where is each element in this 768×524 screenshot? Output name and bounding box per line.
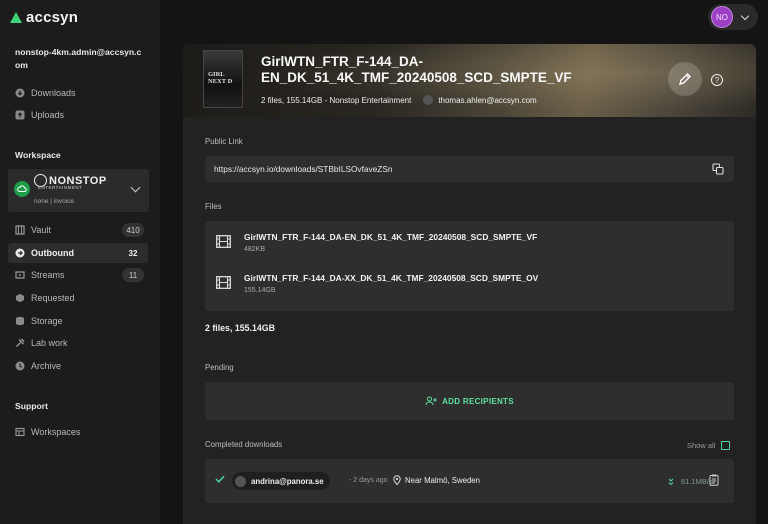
nav-lab-work-label: Lab work <box>31 338 68 348</box>
nav-workspaces-label: Workspaces <box>31 427 81 437</box>
support-heading: Support <box>15 401 48 411</box>
nav-vault-badge: 410 <box>122 223 144 237</box>
nav-requested[interactable]: Requested <box>8 288 148 308</box>
clipboard-icon[interactable] <box>709 474 719 486</box>
download-speed: 61.1MB/s <box>668 477 713 486</box>
nav-vault-label: Vault <box>31 225 51 235</box>
streams-icon <box>15 270 25 280</box>
file-item[interactable]: GirlWTN_FTR_F-144_DA-XX_DK_51_4K_TMF_202… <box>205 266 734 306</box>
nav-lab-work[interactable]: Lab work <box>8 333 148 353</box>
download-speed-text: 61.1MB/s <box>681 477 713 486</box>
nav-outbound-label: Outbound <box>31 248 74 258</box>
add-recipients-button[interactable]: ADD RECIPIENTS <box>205 382 734 420</box>
nav-streams-badge: 11 <box>122 268 144 282</box>
download-time: - 2 days ago <box>349 477 388 484</box>
account-email: nonstop-4km.admin@accsyn.com <box>15 47 142 70</box>
nav-uploads-label: Uploads <box>31 110 65 120</box>
download-icon <box>15 88 25 98</box>
workspace-logo-text: NONSTOP <box>49 174 107 187</box>
storage-icon <box>15 316 25 326</box>
file-item[interactable]: GirlWTN_FTR_F-144_DA-EN_DK_51_4K_TMF_202… <box>205 225 734 265</box>
nav-workspaces[interactable]: Workspaces <box>8 422 148 442</box>
edit-button[interactable] <box>668 62 702 96</box>
film-icon <box>216 235 231 248</box>
files-label: Files <box>205 202 222 211</box>
workspace-logo-sub: ENTERTAINMENT <box>38 185 83 190</box>
help-icon[interactable]: ? <box>711 74 723 86</box>
workspaces-icon <box>15 427 25 437</box>
download-user: andrina@panora.se <box>251 476 324 486</box>
show-all-checkbox[interactable] <box>721 441 731 450</box>
nav-storage[interactable]: Storage <box>8 311 148 331</box>
nav-streams[interactable]: Streams 11 <box>8 265 148 285</box>
copy-icon[interactable] <box>712 163 724 175</box>
archive-icon <box>15 361 25 371</box>
outbound-icon <box>15 248 25 258</box>
files-total: 2 files, 155.14GB <box>205 323 275 333</box>
share-subtitle: 2 files, 155.14GB - Nonstop Entertainmen… <box>261 95 537 105</box>
share-summary: 2 files, 155.14GB <box>261 95 323 105</box>
nav-downloads[interactable]: Downloads <box>8 83 148 103</box>
nav-vault[interactable]: Vault 410 <box>8 220 148 240</box>
chevron-down-icon <box>740 11 750 20</box>
sender-avatar <box>423 95 434 105</box>
film-icon <box>216 276 231 289</box>
requested-icon <box>15 293 25 303</box>
user-avatar <box>235 475 246 487</box>
completed-downloads-label: Completed downloads <box>205 440 283 449</box>
accsyn-logo[interactable]: accsyn <box>10 9 78 26</box>
lab-icon <box>15 338 25 348</box>
upload-icon <box>15 110 25 120</box>
nav-archive[interactable]: Archive <box>8 356 148 376</box>
download-user-chip[interactable]: andrina@panora.se <box>232 472 330 490</box>
pencil-icon <box>678 73 691 86</box>
share-header: GIRL NEXT D GirlWTN_FTR_F-144_DA-EN_DK_5… <box>183 44 756 117</box>
file-size: 482KB <box>244 246 266 253</box>
workspace-meta: none | invoice <box>34 198 74 205</box>
vault-icon <box>15 225 25 235</box>
nav-outbound[interactable]: Outbound 32 <box>8 243 148 263</box>
show-all-toggle[interactable]: Show all <box>687 441 731 450</box>
files-list: GirlWTN_FTR_F-144_DA-EN_DK_51_4K_TMF_202… <box>205 221 734 311</box>
poster-image: GIRL NEXT D <box>203 50 243 108</box>
user-menu[interactable]: NO <box>708 4 758 30</box>
check-icon <box>215 475 225 483</box>
pending-label: Pending <box>205 363 234 372</box>
sender-email: thomas.ahlen@accsyn.com <box>438 95 537 105</box>
sidebar: accsyn nonstop-4km.admin@accsyn.com Down… <box>0 0 160 524</box>
logo-mark-icon <box>10 12 22 23</box>
download-row[interactable]: andrina@panora.se - 2 days ago Near Malm… <box>205 459 734 503</box>
brand-name: accsyn <box>26 9 79 26</box>
public-link-field[interactable]: https://accsyn.io/downloads/STBbILSOvfav… <box>205 156 734 182</box>
location-pin-icon <box>393 475 401 485</box>
file-size: 155.14GB <box>244 287 276 294</box>
double-chevron-down-icon <box>668 478 674 485</box>
file-name: GirlWTN_FTR_F-144_DA-XX_DK_51_4K_TMF_202… <box>244 273 539 283</box>
file-name: GirlWTN_FTR_F-144_DA-EN_DK_51_4K_TMF_202… <box>244 232 538 242</box>
nav-archive-label: Archive <box>31 361 62 371</box>
nav-requested-label: Requested <box>31 293 75 303</box>
public-link-label: Public Link <box>205 137 243 146</box>
download-location-text: Near Malmö, Sweden <box>405 475 480 485</box>
share-title: GirlWTN_FTR_F-144_DA-EN_DK_51_4K_TMF_202… <box>261 54 572 85</box>
chevron-down-icon <box>130 182 141 193</box>
nav-storage-label: Storage <box>31 316 63 326</box>
add-user-icon <box>425 396 438 406</box>
sender-org: - Nonstop Entertainment <box>322 95 412 105</box>
workspace-heading: Workspace <box>15 150 61 160</box>
share-panel: GIRL NEXT D GirlWTN_FTR_F-144_DA-EN_DK_5… <box>183 44 756 524</box>
nav-uploads[interactable]: Uploads <box>8 105 148 125</box>
nav-outbound-badge: 32 <box>128 248 138 258</box>
add-recipients-label: ADD RECIPIENTS <box>442 396 514 406</box>
poster-text: GIRL NEXT D <box>208 71 233 85</box>
workspace-selector[interactable]: NONSTOP ENTERTAINMENT none | invoice <box>8 169 149 212</box>
cloud-icon <box>14 181 30 197</box>
show-all-label: Show all <box>687 441 716 450</box>
download-location: Near Malmö, Sweden <box>393 475 480 485</box>
nav-streams-label: Streams <box>31 270 65 280</box>
nav-downloads-label: Downloads <box>31 88 76 98</box>
avatar: NO <box>711 6 733 28</box>
public-link-url[interactable]: https://accsyn.io/downloads/STBbILSOvfav… <box>214 164 392 174</box>
